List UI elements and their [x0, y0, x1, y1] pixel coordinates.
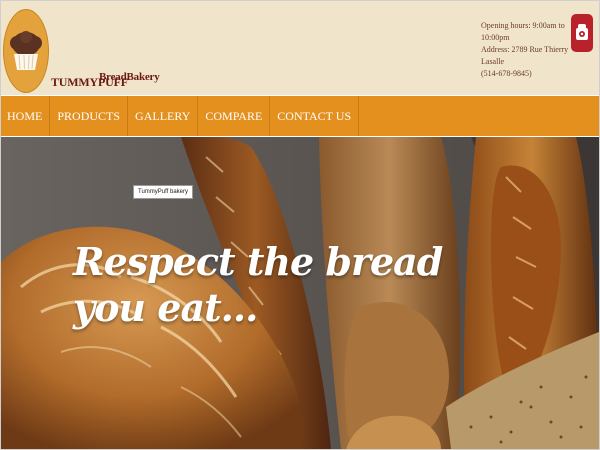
muffin-logo-icon[interactable]: [3, 9, 49, 93]
main-navigation: HOME PRODUCTS GALLERY COMPARE CONTACT US: [1, 96, 599, 136]
phone-button[interactable]: [571, 14, 593, 52]
nav-contact-us[interactable]: CONTACT US: [270, 96, 360, 136]
nav-home[interactable]: HOME: [1, 96, 51, 136]
hero-title: Respect the bread you eat...: [73, 239, 443, 331]
nav-gallery[interactable]: GALLERY: [128, 96, 199, 136]
address: Address: 2789 Rue Thierry Lasalle: [481, 45, 569, 66]
phone-number: (514-678-9845): [481, 69, 532, 78]
hero-title-line-1: Respect the bread: [73, 239, 443, 284]
brand-sub: BreadBakery: [99, 71, 160, 83]
brand-name[interactable]: TUMMYPUFF BreadBakery: [51, 71, 160, 90]
site-header: TUMMYPUFF BreadBakery Opening hours: 9:0…: [1, 1, 599, 95]
hero-title-line-2: you eat...: [73, 285, 258, 330]
nav-products[interactable]: PRODUCTS: [50, 96, 129, 136]
hero-tag-label: TummyPuff bakery: [133, 185, 194, 199]
opening-hours: Opening hours: 9:00am to 10:00pm: [481, 21, 565, 42]
nav-compare[interactable]: COMPARE: [198, 96, 271, 136]
hero-banner: TummyPuff bakery Respect the bread you e…: [1, 137, 599, 449]
page-frame: TUMMYPUFF BreadBakery Opening hours: 9:0…: [0, 0, 600, 450]
phone-icon: [576, 24, 588, 40]
contact-info: Opening hours: 9:00am to 10:00pm Address…: [481, 20, 571, 80]
